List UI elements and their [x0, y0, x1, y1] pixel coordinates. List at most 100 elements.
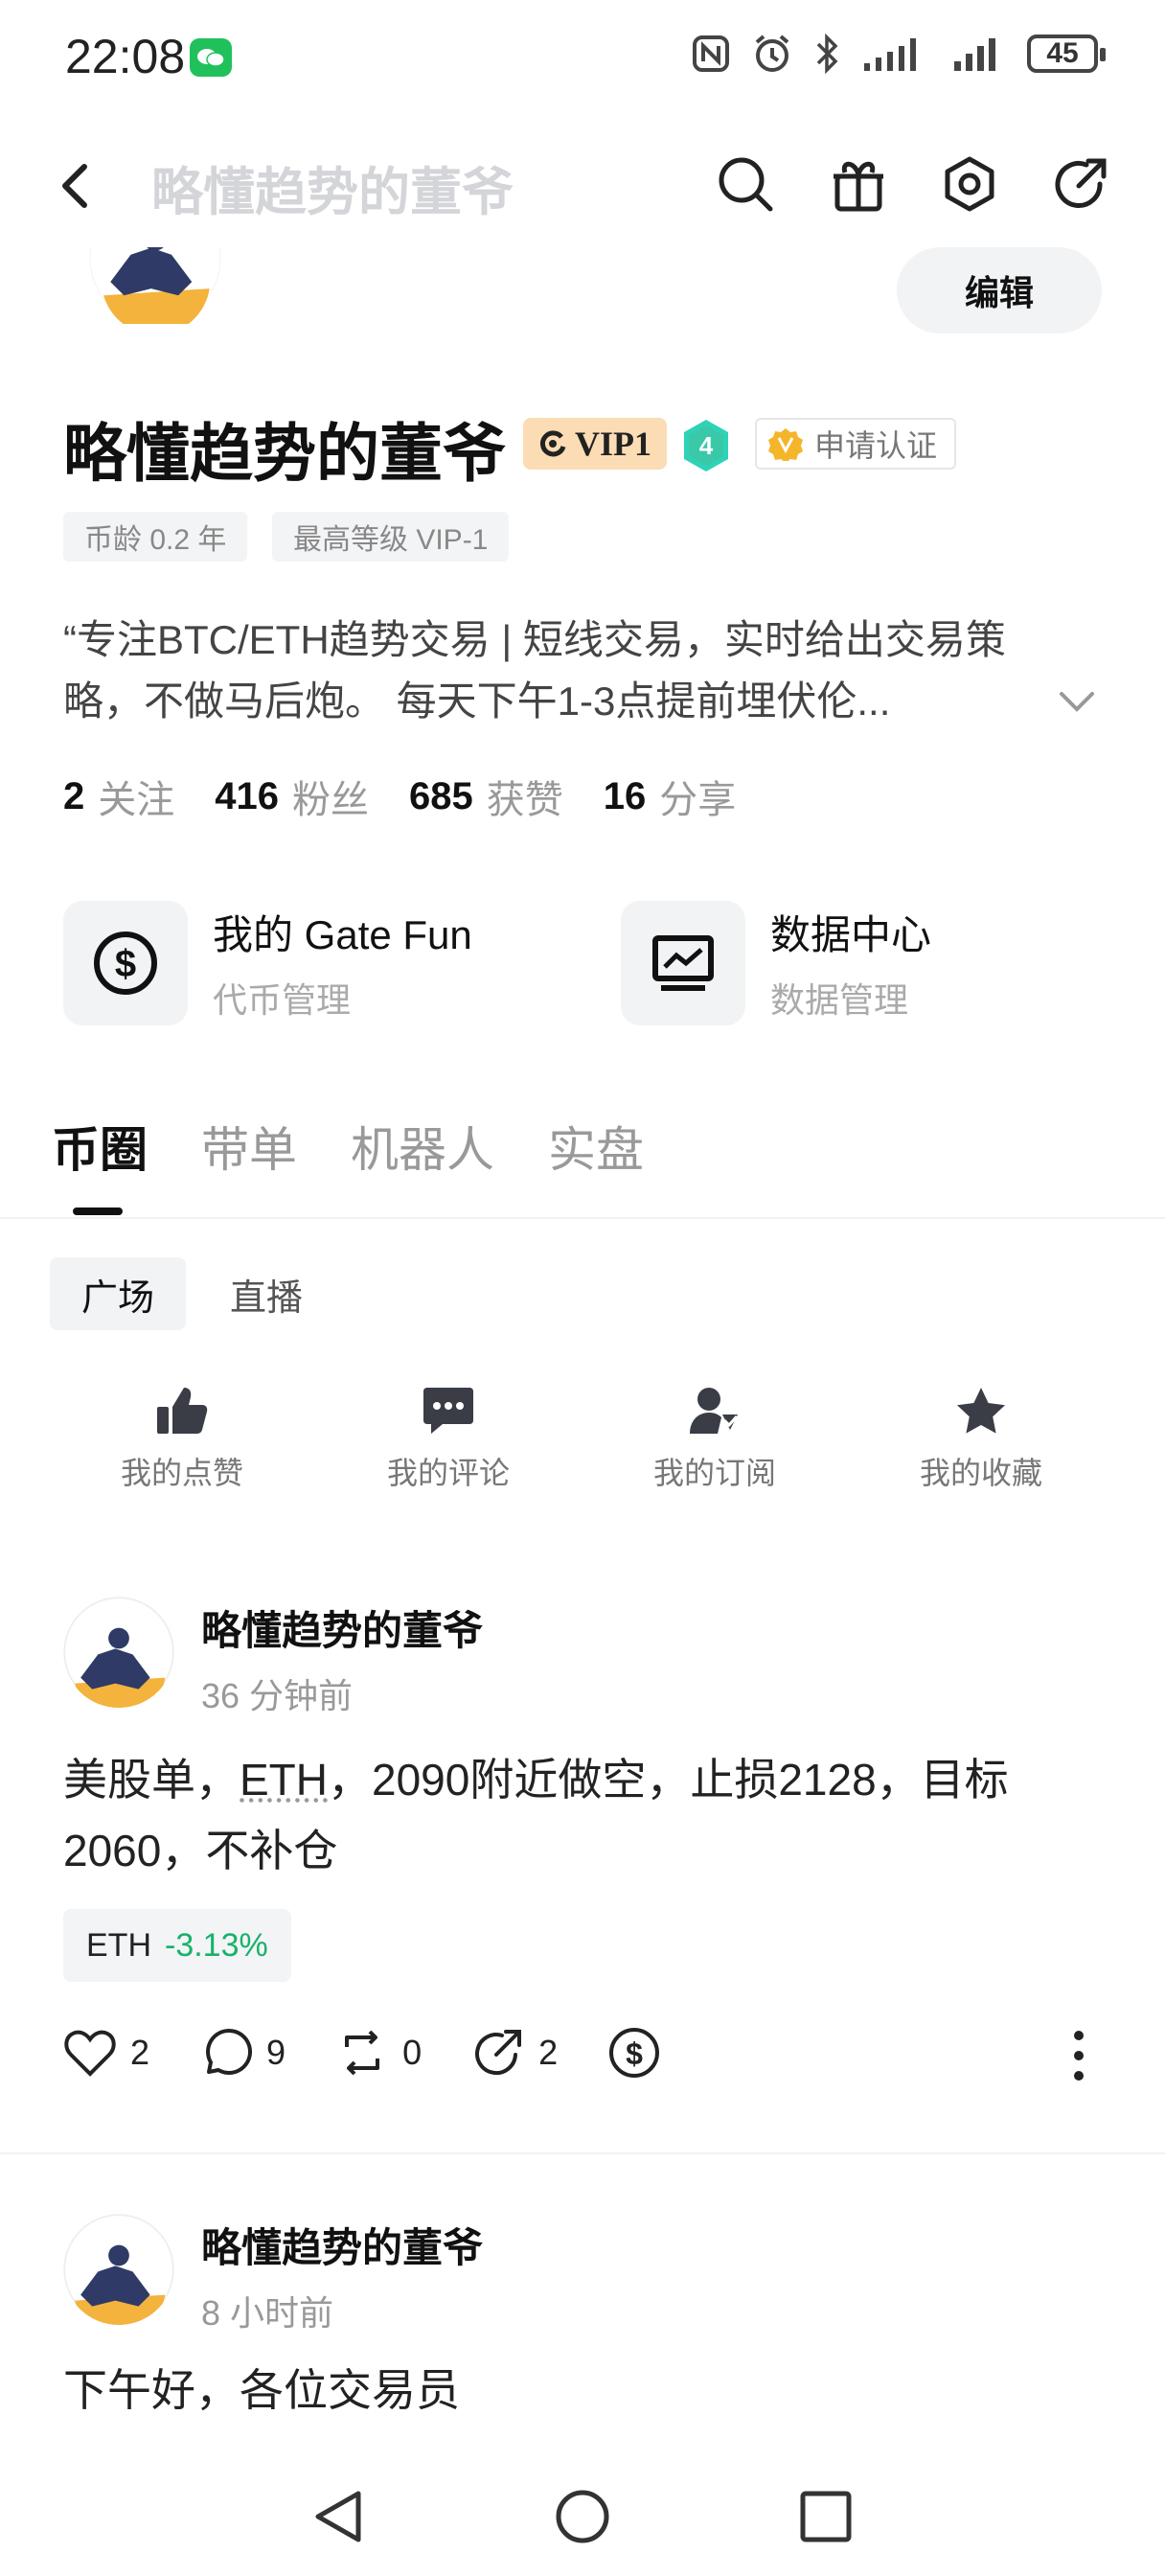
gift-button[interactable] — [830, 155, 887, 213]
coin-tag[interactable]: ETH -3.13% — [63, 1909, 291, 1982]
search-button[interactable] — [717, 155, 774, 213]
max-level-tag: 最高等级 VIP-1 — [272, 512, 510, 562]
share-icon — [475, 2030, 522, 2076]
post-author[interactable]: 略懂趋势的董爷 — [201, 1598, 483, 1657]
comment-count: 9 — [266, 2033, 286, 2072]
share-icon — [1055, 158, 1107, 208]
status-time: 22:08 — [65, 30, 186, 83]
triangle-back-icon — [315, 2491, 361, 2542]
subtab-square[interactable]: 广场 — [50, 1257, 186, 1330]
main-tabs: 币圈 带单 机器人 实盘 — [52, 1112, 697, 1181]
comment-icon — [423, 1388, 473, 1434]
stat-label: 粉丝 — [292, 779, 369, 821]
repost-count: 0 — [402, 2033, 423, 2072]
active-tab-indicator — [73, 1208, 123, 1215]
status-icons: 45 — [692, 33, 1106, 75]
level-badge[interactable]: 4 — [680, 418, 732, 473]
star-icon — [957, 1388, 1005, 1434]
repost-icon — [345, 2030, 380, 2076]
tip-button[interactable]: $ — [607, 2026, 661, 2080]
my-comments-button[interactable]: 我的评论 — [333, 1386, 563, 1493]
tab-copy-trading[interactable]: 带单 — [201, 1112, 297, 1181]
like-count: 2 — [130, 2033, 150, 2072]
post-avatar[interactable] — [63, 1597, 174, 1708]
stat-value: 2 — [63, 774, 85, 817]
post-author[interactable]: 略懂趋势的董爷 — [201, 2216, 483, 2274]
bio-line-2: 略，不做马后炮。 每天下午1-3点提前埋伏伦... — [63, 678, 891, 724]
share-count: 2 — [538, 2033, 559, 2072]
subtab-live[interactable]: 直播 — [230, 1257, 303, 1330]
post-actions: 2 9 0 2 $ — [63, 2026, 711, 2080]
quick-action-label: 我的收藏 — [919, 1456, 1042, 1490]
post-meta: 略懂趋势的董爷 8 小时前 — [201, 2216, 483, 2335]
post-text-line2: 2060，不补仓 — [63, 1826, 338, 1875]
chevron-left-icon — [62, 164, 87, 208]
expand-bio-button[interactable] — [1058, 690, 1096, 713]
system-home-button[interactable] — [554, 2488, 611, 2545]
tool-subtitle: 数据管理 — [770, 980, 909, 1020]
stat-label: 分享 — [659, 779, 737, 821]
edit-profile-button[interactable]: 编辑 — [897, 247, 1102, 334]
signal-2-icon — [954, 38, 995, 71]
battery-indicator: 45 — [1027, 34, 1106, 73]
stat-likes[interactable]: 685 获赞 — [409, 769, 563, 824]
signal-1-icon — [864, 38, 916, 71]
eth-link[interactable]: ETH — [240, 1755, 328, 1805]
gate-fun-tool-text[interactable]: 我的 Gate Fun 代币管理 — [213, 903, 472, 1023]
comment-bubble-icon — [206, 2028, 253, 2075]
profile-avatar[interactable] — [63, 247, 247, 378]
stat-label: 获赞 — [486, 779, 563, 821]
svg-text:$: $ — [626, 2036, 643, 2071]
tab-bots[interactable]: 机器人 — [351, 1112, 494, 1181]
vip-badge[interactable]: VIP1 — [523, 418, 667, 470]
post-text-prefix: 美股单， — [63, 1755, 240, 1805]
chart-monitor-icon — [652, 935, 714, 991]
search-icon — [719, 157, 773, 212]
wechat-notification-icon — [190, 38, 232, 77]
settings-button[interactable] — [941, 155, 998, 213]
my-favorites-button[interactable]: 我的收藏 — [866, 1386, 1096, 1493]
stat-value: 16 — [603, 774, 647, 817]
stat-followers[interactable]: 416 粉丝 — [215, 769, 369, 824]
tab-live-trading[interactable]: 实盘 — [548, 1112, 644, 1181]
like-button[interactable]: 2 — [63, 2028, 149, 2078]
data-center-tool-text[interactable]: 数据中心 数据管理 — [770, 903, 931, 1023]
stat-value: 416 — [215, 774, 279, 817]
dollar-circle-icon: $ — [94, 932, 157, 995]
thumbs-up-icon — [157, 1388, 208, 1434]
bluetooth-icon — [816, 33, 838, 75]
settings-hexagon-icon — [945, 156, 994, 212]
verify-v-icon — [768, 428, 803, 461]
tab-coin-circle[interactable]: 币圈 — [52, 1112, 148, 1181]
comment-button[interactable]: 9 — [199, 2028, 286, 2078]
more-options-button[interactable] — [1071, 2030, 1086, 2082]
nfc-icon — [693, 35, 729, 72]
post-time: 8 小时前 — [201, 2293, 334, 2333]
back-button[interactable] — [56, 161, 94, 211]
my-likes-button[interactable]: 我的点赞 — [67, 1386, 297, 1493]
svg-text:$: $ — [115, 943, 136, 985]
nav-title: 略懂趋势的董爷 — [151, 164, 514, 221]
post-avatar[interactable] — [63, 2214, 174, 2325]
quick-action-label: 我的订阅 — [652, 1456, 776, 1490]
system-back-button[interactable] — [310, 2488, 368, 2545]
repost-button[interactable]: 0 — [335, 2028, 422, 2078]
tabs-divider — [0, 1217, 1165, 1219]
share-post-button[interactable]: 2 — [471, 2028, 558, 2078]
data-center-tool-button[interactable] — [621, 901, 745, 1025]
apply-verification-button[interactable]: 申请认证 — [755, 418, 957, 470]
gate-fun-tool-button[interactable]: $ — [63, 901, 188, 1025]
coin-age-tag: 币龄 0.2 年 — [63, 512, 248, 562]
stat-shares[interactable]: 16 分享 — [604, 769, 737, 824]
system-recents-button[interactable] — [797, 2488, 855, 2545]
post-text[interactable]: 美股单，ETH，2090附近做空，止损2128，目标 2060，不补仓 — [63, 1744, 1108, 1886]
coin-change: -3.13% — [165, 1926, 268, 1964]
share-button[interactable] — [1052, 155, 1109, 213]
my-subscriptions-button[interactable]: 我的订阅 — [600, 1386, 830, 1493]
circle-home-icon — [556, 2490, 609, 2543]
stat-following[interactable]: 2 关注 — [63, 769, 174, 824]
stat-label: 关注 — [98, 779, 175, 821]
post-text[interactable]: 下午好，各位交易员 — [63, 2356, 460, 2419]
bio-line-1: “专注BTC/ETH趋势交易 | 短线交易，实时给出交易策 — [63, 617, 1006, 662]
tool-subtitle: 代币管理 — [213, 980, 352, 1020]
